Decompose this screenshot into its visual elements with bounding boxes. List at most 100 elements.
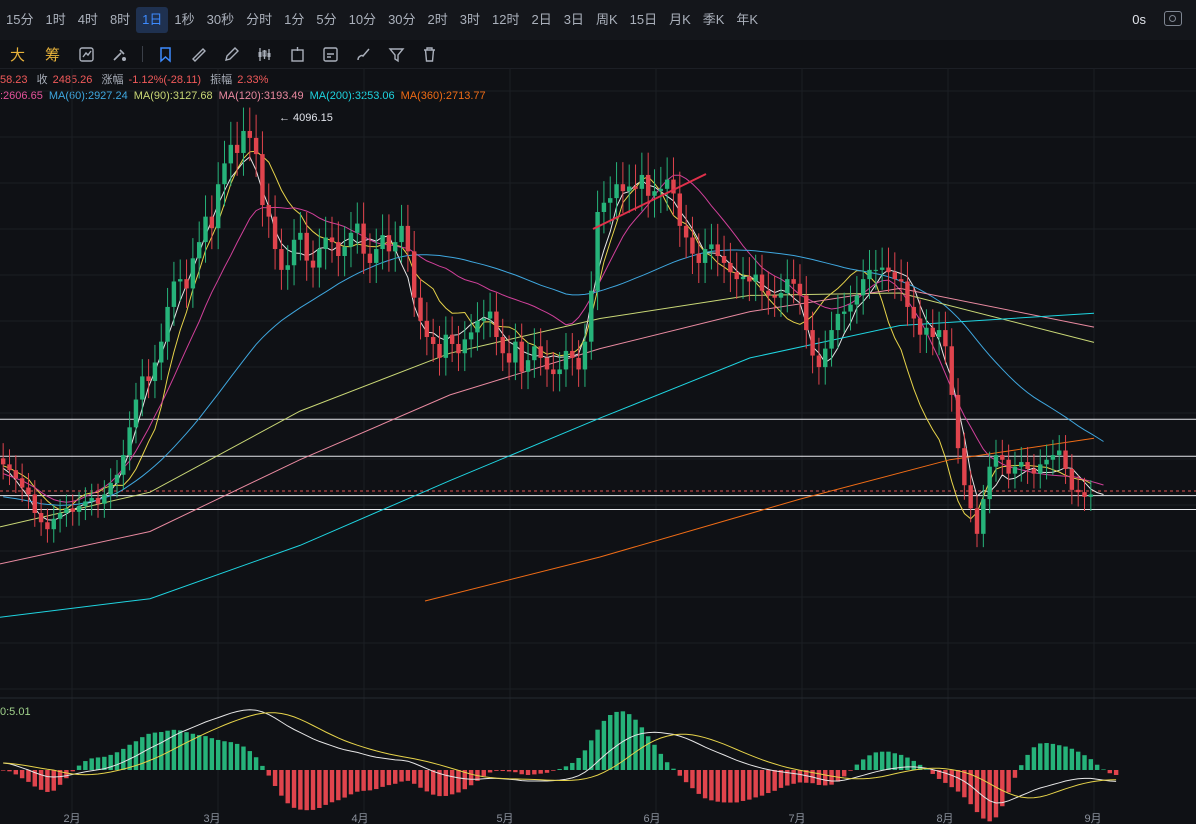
timeframe-8[interactable]: 1分 [278, 7, 310, 33]
candle-body-92 [582, 341, 588, 370]
ruler-icon[interactable] [190, 46, 207, 63]
macd-bar-166 [1050, 743, 1056, 770]
timeframe-0[interactable]: 15分 [0, 7, 39, 33]
candle-body-148 [936, 330, 942, 338]
macd-bar-25 [159, 732, 164, 770]
timeframe-10[interactable]: 10分 [343, 7, 382, 33]
timeframe-16[interactable]: 3日 [558, 7, 590, 33]
macd-bar-162 [1025, 754, 1030, 770]
timeframe-13[interactable]: 3时 [454, 7, 486, 33]
candle-body-46 [291, 239, 297, 266]
candle-body-110 [696, 253, 701, 263]
macd-bar-167 [1057, 745, 1062, 770]
macd-bar-131 [829, 770, 834, 785]
macd-bar-174 [1101, 769, 1106, 771]
candle-body-1 [7, 464, 12, 471]
macd-bar-47 [298, 770, 303, 810]
candle-body-99 [626, 186, 632, 192]
candle-body-131 [829, 330, 834, 349]
candle-body-81 [513, 341, 518, 363]
macd-bar-87 [551, 770, 556, 771]
candlestick-chart[interactable]: ← 4096.15 2月 3月 4月 5月 6月 7月 8月 9月 [0, 68, 1196, 824]
camera-icon[interactable] [1164, 11, 1182, 26]
timeframe-11[interactable]: 30分 [382, 7, 421, 33]
macd-dif-line [3, 709, 1117, 804]
candle-body-60 [380, 235, 385, 250]
macd-bar-57 [361, 770, 366, 791]
timeframe-15[interactable]: 2日 [525, 7, 557, 33]
macd-bar-14 [89, 758, 94, 770]
pen-icon[interactable] [223, 46, 240, 63]
timeframe-12[interactable]: 2时 [422, 7, 454, 33]
candle-body-41 [260, 154, 265, 206]
candle-body-63 [399, 225, 404, 243]
candle-body-142 [898, 279, 904, 282]
timeframe-18[interactable]: 15日 [624, 7, 663, 33]
ma-line-ma120 [0, 287, 1095, 565]
macd-bar-28 [178, 730, 183, 770]
candle-body-53 [336, 242, 341, 256]
candle-body-15 [95, 497, 101, 504]
macd-bar-8 [51, 770, 56, 791]
timeframe-7[interactable]: 分时 [240, 7, 278, 33]
timeframe-1[interactable]: 1时 [39, 7, 71, 33]
candle-body-135 [854, 295, 860, 305]
tools-icon[interactable] [111, 46, 128, 63]
macd-bar-44 [279, 770, 284, 796]
macd-bar-31 [196, 735, 202, 770]
candle-body-160 [1012, 466, 1018, 474]
macd-bar-40 [253, 757, 259, 770]
timeframe-4[interactable]: 1日 [136, 7, 169, 33]
brush-icon[interactable] [355, 46, 372, 63]
timeframe-21[interactable]: 年K [730, 7, 764, 33]
candle-body-43 [272, 216, 278, 250]
indicator-icon[interactable] [78, 46, 95, 63]
position-icon[interactable] [289, 46, 306, 63]
timeframe-17[interactable]: 周K [590, 7, 624, 33]
macd-bar-120 [759, 770, 765, 796]
candles-icon[interactable] [256, 46, 273, 63]
chip-distribution-button[interactable]: 筹 [35, 44, 70, 65]
macd-bar-117 [740, 770, 746, 801]
big-order-button[interactable]: 大 [0, 44, 35, 65]
note-icon[interactable] [322, 46, 339, 63]
candle-body-146 [924, 327, 929, 335]
candle-body-156 [987, 466, 992, 500]
macd-bar-113 [715, 770, 720, 802]
macd-bar-13 [83, 761, 88, 770]
macd-bar-71 [449, 770, 455, 795]
candle-body-127 [804, 295, 809, 331]
candle-body-82 [519, 341, 524, 372]
timeframe-14[interactable]: 12时 [486, 7, 525, 33]
timeframe-2[interactable]: 4时 [72, 7, 104, 33]
candle-body-25 [159, 341, 164, 363]
macd-bar-96 [608, 715, 613, 770]
candle-body-20 [127, 427, 132, 456]
macd-bar-6 [38, 770, 44, 790]
candle-body-172 [1088, 494, 1094, 497]
filter-icon[interactable] [388, 46, 405, 63]
timeframe-19[interactable]: 月K [663, 7, 697, 33]
candle-body-56 [355, 223, 360, 233]
trash-icon[interactable] [421, 46, 438, 63]
macd-bar-95 [601, 720, 607, 770]
candle-body-66 [418, 297, 423, 321]
timeframe-5[interactable]: 1秒 [168, 7, 200, 33]
macd-bar-66 [418, 770, 423, 788]
candle-body-71 [449, 334, 455, 344]
timeframe-6[interactable]: 30秒 [201, 7, 240, 33]
timeframe-3[interactable]: 8时 [104, 7, 136, 33]
candle-body-141 [892, 272, 898, 280]
macd-bar-88 [557, 768, 562, 770]
bookmark-icon[interactable] [157, 46, 174, 63]
macd-bar-48 [304, 770, 309, 811]
macd-bar-146 [924, 769, 929, 770]
macd-bar-152 [962, 770, 967, 798]
timeframe-9[interactable]: 5分 [310, 7, 342, 33]
candle-body-6 [38, 512, 44, 523]
candle-body-125 [791, 279, 796, 284]
candle-body-33 [209, 216, 215, 229]
macd-bar-10 [64, 770, 69, 779]
timeframe-20[interactable]: 季K [697, 7, 731, 33]
x-tick-5: 7月 [788, 813, 805, 824]
